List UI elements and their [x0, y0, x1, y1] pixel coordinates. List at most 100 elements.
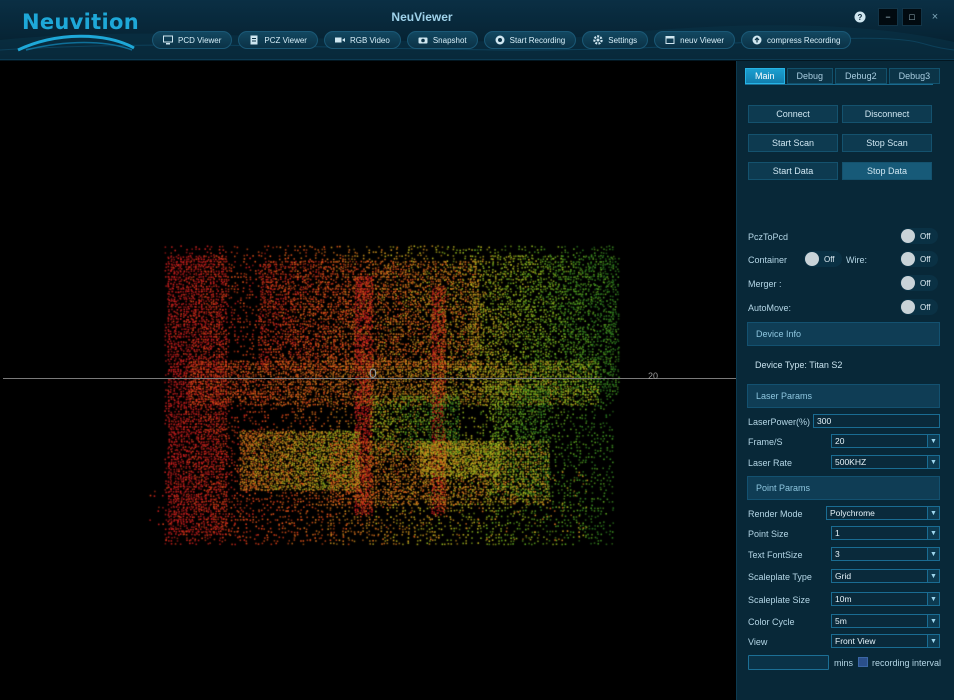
recording-interval-checkbox[interactable] — [858, 657, 868, 667]
compress-recording-button[interactable]: compress Recording — [741, 31, 852, 49]
device-info-header: Device Info — [747, 322, 940, 346]
toggle-knob — [901, 300, 915, 314]
tab-debug[interactable]: Debug — [786, 68, 834, 84]
chevron-down-icon: ▼ — [927, 593, 939, 605]
laser-params-header: Laser Params — [747, 384, 940, 408]
snapshot-button[interactable]: Snapshot — [406, 31, 478, 49]
toggle-knob — [901, 252, 915, 266]
start-data-button[interactable]: Start Data — [748, 162, 838, 180]
point-size-select[interactable]: 1 ▼ — [831, 526, 940, 540]
recording-interval-input[interactable] — [748, 655, 829, 670]
pcztopcd-toggle[interactable]: Off — [900, 228, 938, 244]
connect-button[interactable]: Connect — [748, 105, 838, 123]
point-cloud-canvas[interactable] — [0, 61, 736, 700]
toggle-state: Off — [920, 231, 931, 241]
select-value: Grid — [835, 571, 852, 581]
monitor-icon — [163, 35, 173, 45]
laser-power-input[interactable]: 300 — [813, 414, 940, 428]
device-type-text: Device Type: Titan S2 — [755, 360, 843, 370]
close-button[interactable]: × — [926, 8, 944, 26]
chevron-down-icon: ▼ — [927, 527, 939, 539]
record-icon — [495, 35, 505, 45]
select-value: 10m — [835, 594, 852, 604]
select-value: 5m — [835, 616, 847, 626]
nav-label: neuv Viewer — [680, 35, 725, 45]
recording-interval-label: recording interval — [872, 658, 942, 668]
point-cloud-viewport[interactable]: 0 20 — [0, 61, 736, 700]
select-value: 1 — [835, 528, 840, 538]
render-mode-select[interactable]: Polychrome ▼ — [826, 506, 940, 520]
title-bar: Neuvition NeuViewer ? − □ × PCD Viewer P… — [0, 0, 954, 60]
help-icon: ? — [854, 11, 866, 23]
chevron-down-icon: ▼ — [927, 615, 939, 627]
toggle-state: Off — [824, 254, 835, 264]
text-fontsize-select[interactable]: 3 ▼ — [831, 547, 940, 561]
compress-icon — [752, 35, 762, 45]
settings-button[interactable]: Settings — [582, 31, 649, 49]
disconnect-button[interactable]: Disconnect — [842, 105, 932, 123]
app-title: NeuViewer — [391, 10, 453, 24]
tab-debug2[interactable]: Debug2 — [835, 68, 887, 84]
stop-data-button[interactable]: Stop Data — [842, 162, 932, 180]
pcz-viewer-button[interactable]: PCZ Viewer — [238, 31, 318, 49]
toggle-knob — [901, 276, 915, 290]
point-params-header: Point Params — [747, 476, 940, 500]
help-button[interactable]: ? — [852, 9, 868, 25]
color-cycle-select[interactable]: 5m ▼ — [831, 614, 940, 628]
pcztopcd-label: PczToPcd — [748, 232, 789, 242]
tab-underline — [745, 84, 933, 85]
toggle-state: Off — [920, 302, 931, 312]
automove-toggle[interactable]: Off — [900, 299, 938, 315]
chevron-down-icon: ▼ — [927, 548, 939, 560]
toggle-knob — [901, 229, 915, 243]
close-icon: × — [931, 11, 939, 23]
toggle-state: Off — [920, 254, 931, 264]
scaleplate-size-label: Scaleplate Size — [748, 595, 811, 605]
toggle-state: Off — [920, 278, 931, 288]
frame-label: Frame/S — [748, 437, 783, 447]
view-select[interactable]: Front View ▼ — [831, 634, 940, 648]
nav-label: PCD Viewer — [178, 35, 222, 45]
main-toolbar: PCD Viewer PCZ Viewer RGB Video Snapshot… — [152, 31, 852, 49]
svg-text:?: ? — [858, 13, 863, 22]
document-icon — [249, 35, 259, 45]
scaleplate-type-label: Scaleplate Type — [748, 572, 812, 582]
laser-rate-label: Laser Rate — [748, 458, 793, 468]
nav-label: PCZ Viewer — [264, 35, 307, 45]
select-value: 500KHZ — [835, 457, 867, 467]
merger-toggle[interactable]: Off — [900, 275, 938, 291]
pcd-viewer-button[interactable]: PCD Viewer — [152, 31, 233, 49]
rgb-video-button[interactable]: RGB Video — [323, 31, 401, 49]
scaleplate-type-select[interactable]: Grid ▼ — [831, 569, 940, 583]
maximize-button[interactable]: □ — [902, 8, 922, 26]
start-recording-button[interactable]: Start Recording — [483, 31, 577, 49]
tab-debug3[interactable]: Debug3 — [888, 68, 941, 84]
axis-origin-label: 0 — [369, 365, 377, 381]
header-wave-decoration — [0, 25, 954, 59]
window-controls: ? − □ × — [852, 8, 944, 26]
laser-rate-select[interactable]: 500KHZ ▼ — [831, 455, 940, 469]
select-value: Front View — [835, 636, 876, 646]
nav-label: RGB Video — [349, 35, 390, 45]
container-label: Container — [748, 255, 788, 265]
minimize-button[interactable]: − — [878, 8, 898, 26]
color-cycle-label: Color Cycle — [748, 617, 795, 627]
point-size-label: Point Size — [748, 529, 789, 539]
wire-toggle[interactable]: Off — [900, 251, 938, 267]
select-value: 20 — [835, 436, 845, 446]
start-scan-button[interactable]: Start Scan — [748, 134, 838, 152]
tab-main[interactable]: Main — [745, 68, 785, 84]
stop-scan-button[interactable]: Stop Scan — [842, 134, 932, 152]
scaleplate-size-select[interactable]: 10m ▼ — [831, 592, 940, 606]
panel-tabs: Main Debug Debug2 Debug3 — [745, 68, 941, 84]
window-icon — [665, 35, 675, 45]
logo-swoosh-icon — [17, 34, 135, 52]
chevron-down-icon: ▼ — [927, 456, 939, 468]
render-mode-label: Render Mode — [748, 509, 803, 519]
control-panel: Main Debug Debug2 Debug3 Connect Disconn… — [736, 61, 954, 700]
container-toggle[interactable]: Off — [804, 251, 842, 267]
frame-select[interactable]: 20 ▼ — [831, 434, 940, 448]
axis-tick-label: 20 — [648, 371, 659, 381]
select-value: Polychrome — [830, 508, 875, 518]
neuv-viewer-button[interactable]: neuv Viewer — [654, 31, 736, 49]
